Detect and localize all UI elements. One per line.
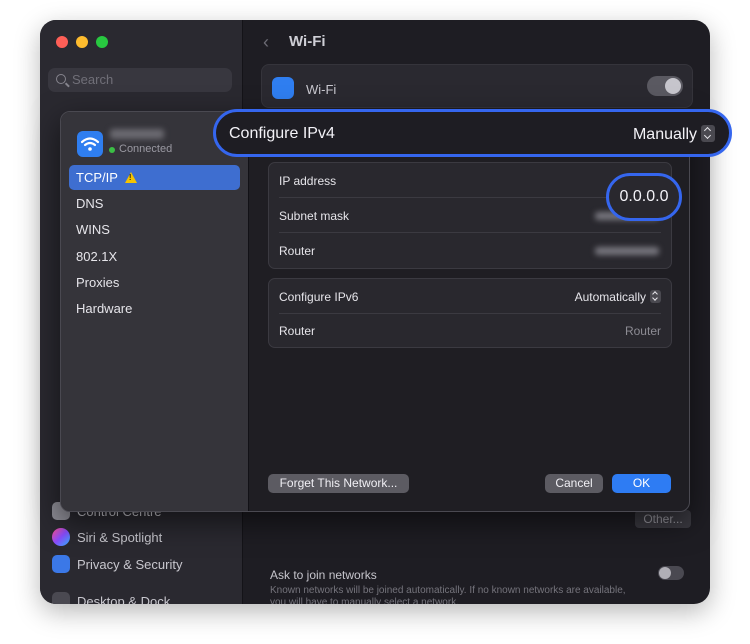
- ip-address-value[interactable]: 0.0.0.0: [609, 188, 679, 206]
- connection-status: Connected: [119, 143, 173, 155]
- wifi-label: Wi-Fi: [306, 82, 337, 97]
- ip-address-value-highlight: 0.0.0.0: [606, 173, 682, 221]
- nav-wins[interactable]: WINS: [69, 217, 240, 242]
- ipv4-card: IP address Subnet mask Router: [268, 162, 672, 269]
- hand-icon: [52, 555, 70, 573]
- warning-icon: [124, 172, 137, 183]
- ask-join-title: Ask to join networks: [270, 568, 377, 582]
- ipv6-router-field[interactable]: Router: [625, 324, 661, 338]
- nav-tcpip-label: TCP/IP: [76, 170, 118, 185]
- desktop-icon: [52, 592, 70, 604]
- configure-ipv6-value: Automatically: [574, 290, 646, 304]
- ask-join-toggle[interactable]: [658, 566, 684, 580]
- ipv6-router-row: Router Router: [279, 313, 661, 348]
- configure-ipv4-label: Configure IPv4: [229, 125, 335, 142]
- select-chevrons-icon: [701, 125, 715, 142]
- search-placeholder: Search: [72, 72, 114, 87]
- ip-address-row: IP address: [279, 163, 661, 198]
- router-label: Router: [279, 244, 316, 258]
- sidebar-item-siri-spotlight[interactable]: Siri & Spotlight: [77, 530, 162, 545]
- router-row: Router: [279, 233, 661, 268]
- select-chevrons-icon: [650, 290, 661, 303]
- minimize-window-button[interactable]: [76, 36, 88, 48]
- close-window-button[interactable]: [56, 36, 68, 48]
- siri-icon: [52, 528, 70, 546]
- ipv6-card: Configure IPv6 Automatically Router Rout…: [268, 278, 672, 348]
- configure-ipv6-label: Configure IPv6: [279, 290, 359, 304]
- back-chevron-icon[interactable]: ‹: [263, 32, 269, 53]
- configure-ipv4-row-highlight: Configure IPv4 Manually: [213, 109, 732, 157]
- connected-status-dot: [109, 147, 115, 153]
- configure-ipv4-select[interactable]: Manually: [633, 125, 715, 144]
- configure-ipv6-row: Configure IPv6 Automatically: [279, 279, 661, 314]
- nav-proxies[interactable]: Proxies: [69, 270, 240, 295]
- ok-button[interactable]: OK: [612, 474, 671, 493]
- ipv6-router-label: Router: [279, 324, 316, 338]
- nav-dns[interactable]: DNS: [69, 191, 240, 216]
- wifi-toggle[interactable]: [647, 76, 683, 96]
- sidebar-item-privacy-security[interactable]: Privacy & Security: [77, 557, 182, 572]
- cancel-button[interactable]: Cancel: [545, 474, 603, 493]
- forget-network-button[interactable]: Forget This Network...: [268, 474, 409, 493]
- router-value-redacted[interactable]: [595, 247, 659, 255]
- page-title: Wi-Fi: [289, 33, 326, 50]
- nav-hardware[interactable]: Hardware: [69, 296, 240, 321]
- sidebar-search[interactable]: Search: [48, 68, 232, 92]
- search-icon: [56, 74, 66, 84]
- nav-8021x[interactable]: 802.1X: [69, 244, 240, 269]
- nav-tcpip[interactable]: TCP/IP: [69, 165, 240, 190]
- network-details-dialog: Connected TCP/IP DNS WINS 802.1X Proxies…: [60, 111, 690, 512]
- wifi-network-icon: [77, 131, 103, 157]
- dialog-sidebar: Connected TCP/IP DNS WINS 802.1X Proxies…: [61, 112, 249, 511]
- sidebar-item-desktop-dock[interactable]: Desktop & Dock: [77, 594, 170, 604]
- subnet-mask-label: Subnet mask: [279, 209, 350, 223]
- zoom-window-button[interactable]: [96, 36, 108, 48]
- ask-join-description: Known networks will be joined automatica…: [270, 585, 626, 604]
- network-name-redacted: [110, 129, 164, 139]
- ip-address-label: IP address: [279, 174, 337, 188]
- wifi-icon: [272, 77, 294, 99]
- other-button[interactable]: Other...: [635, 510, 691, 528]
- configure-ipv4-value: Manually: [632, 126, 697, 143]
- subnet-mask-row: Subnet mask: [279, 198, 661, 233]
- wifi-toggle-card: Wi-Fi: [261, 64, 693, 108]
- configure-ipv6-select[interactable]: Automatically: [575, 290, 661, 304]
